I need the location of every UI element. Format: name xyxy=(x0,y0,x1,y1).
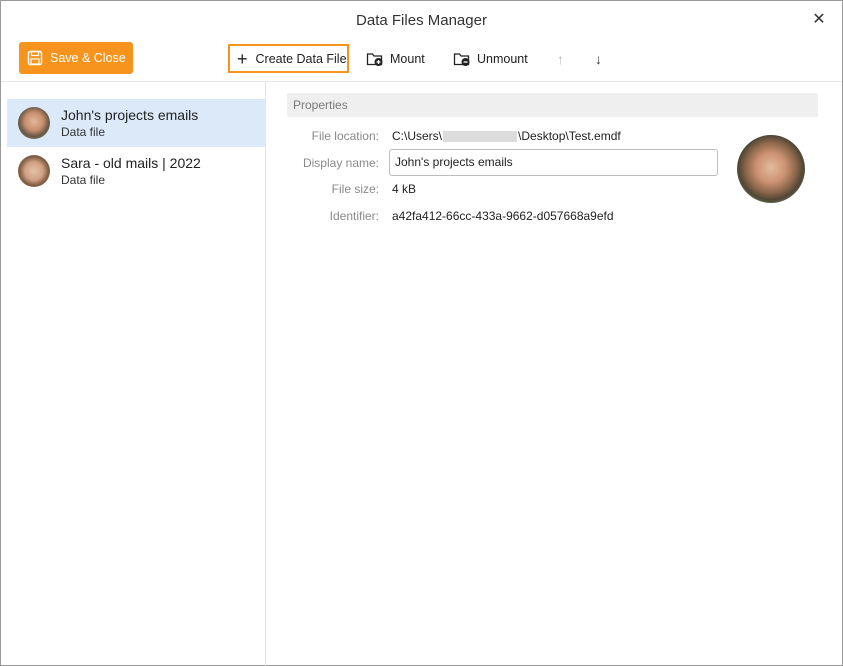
identifier-value: a42fa412-66cc-433a-9662-d057668a9efd xyxy=(392,209,614,223)
unmount-folder-icon xyxy=(453,51,471,67)
avatar xyxy=(18,107,50,139)
list-item-type: Data file xyxy=(61,173,106,187)
list-item-name: Sara - old mails | 2022 xyxy=(61,155,201,171)
unmount-button[interactable]: Unmount xyxy=(453,44,528,73)
identifier-label: Identifier: xyxy=(329,209,379,223)
properties-panel: Properties File location: C:\Users\ \Desk… xyxy=(267,82,843,666)
close-icon[interactable]: ✕ xyxy=(810,11,828,29)
save-and-close-label: Save & Close xyxy=(50,51,126,65)
toolbar: Save & Close + Create Data File Mount Un… xyxy=(1,41,842,81)
title-bar: Data Files Manager ✕ xyxy=(1,1,842,41)
file-size-label: File size: xyxy=(331,182,379,196)
file-location-value: C:\Users\ \Desktop\Test.emdf xyxy=(392,129,621,143)
file-location-suffix: \Desktop\Test.emdf xyxy=(518,129,621,143)
file-size-value: 4 kB xyxy=(392,182,417,196)
file-location-prefix: C:\Users\ xyxy=(392,129,443,143)
profile-picture[interactable] xyxy=(737,135,805,203)
unmount-label: Unmount xyxy=(477,51,528,66)
list-item[interactable]: Sara - old mails | 2022 Data file xyxy=(7,147,266,195)
move-up-icon[interactable]: ↑ xyxy=(557,44,564,73)
mount-button[interactable]: Mount xyxy=(366,44,425,73)
move-down-icon[interactable]: ↓ xyxy=(595,44,602,73)
display-name-field[interactable]: John's projects emails xyxy=(389,149,718,176)
create-data-file-button[interactable]: + Create Data File xyxy=(228,44,349,73)
window-title: Data Files Manager xyxy=(356,12,487,29)
list-item-type: Data file xyxy=(61,125,106,139)
redacted-username xyxy=(443,131,518,143)
save-and-close-button[interactable]: Save & Close xyxy=(19,42,133,74)
display-name-label: Display name: xyxy=(302,156,379,170)
file-location-label: File location: xyxy=(311,129,379,143)
avatar xyxy=(18,155,50,187)
data-files-manager-window: Data Files Manager ✕ Save & Close + Crea… xyxy=(0,0,843,666)
properties-header: Properties xyxy=(287,93,818,117)
create-data-file-label: Create Data File xyxy=(255,51,347,66)
plus-icon: + xyxy=(237,48,248,69)
list-item-name: John's projects emails xyxy=(61,107,199,123)
data-file-list: John's projects emails Data file Sara - … xyxy=(1,82,266,666)
list-item[interactable]: John's projects emails Data file xyxy=(7,99,266,147)
mount-folder-icon xyxy=(366,51,384,67)
save-icon xyxy=(27,50,43,66)
mount-label: Mount xyxy=(390,51,425,66)
